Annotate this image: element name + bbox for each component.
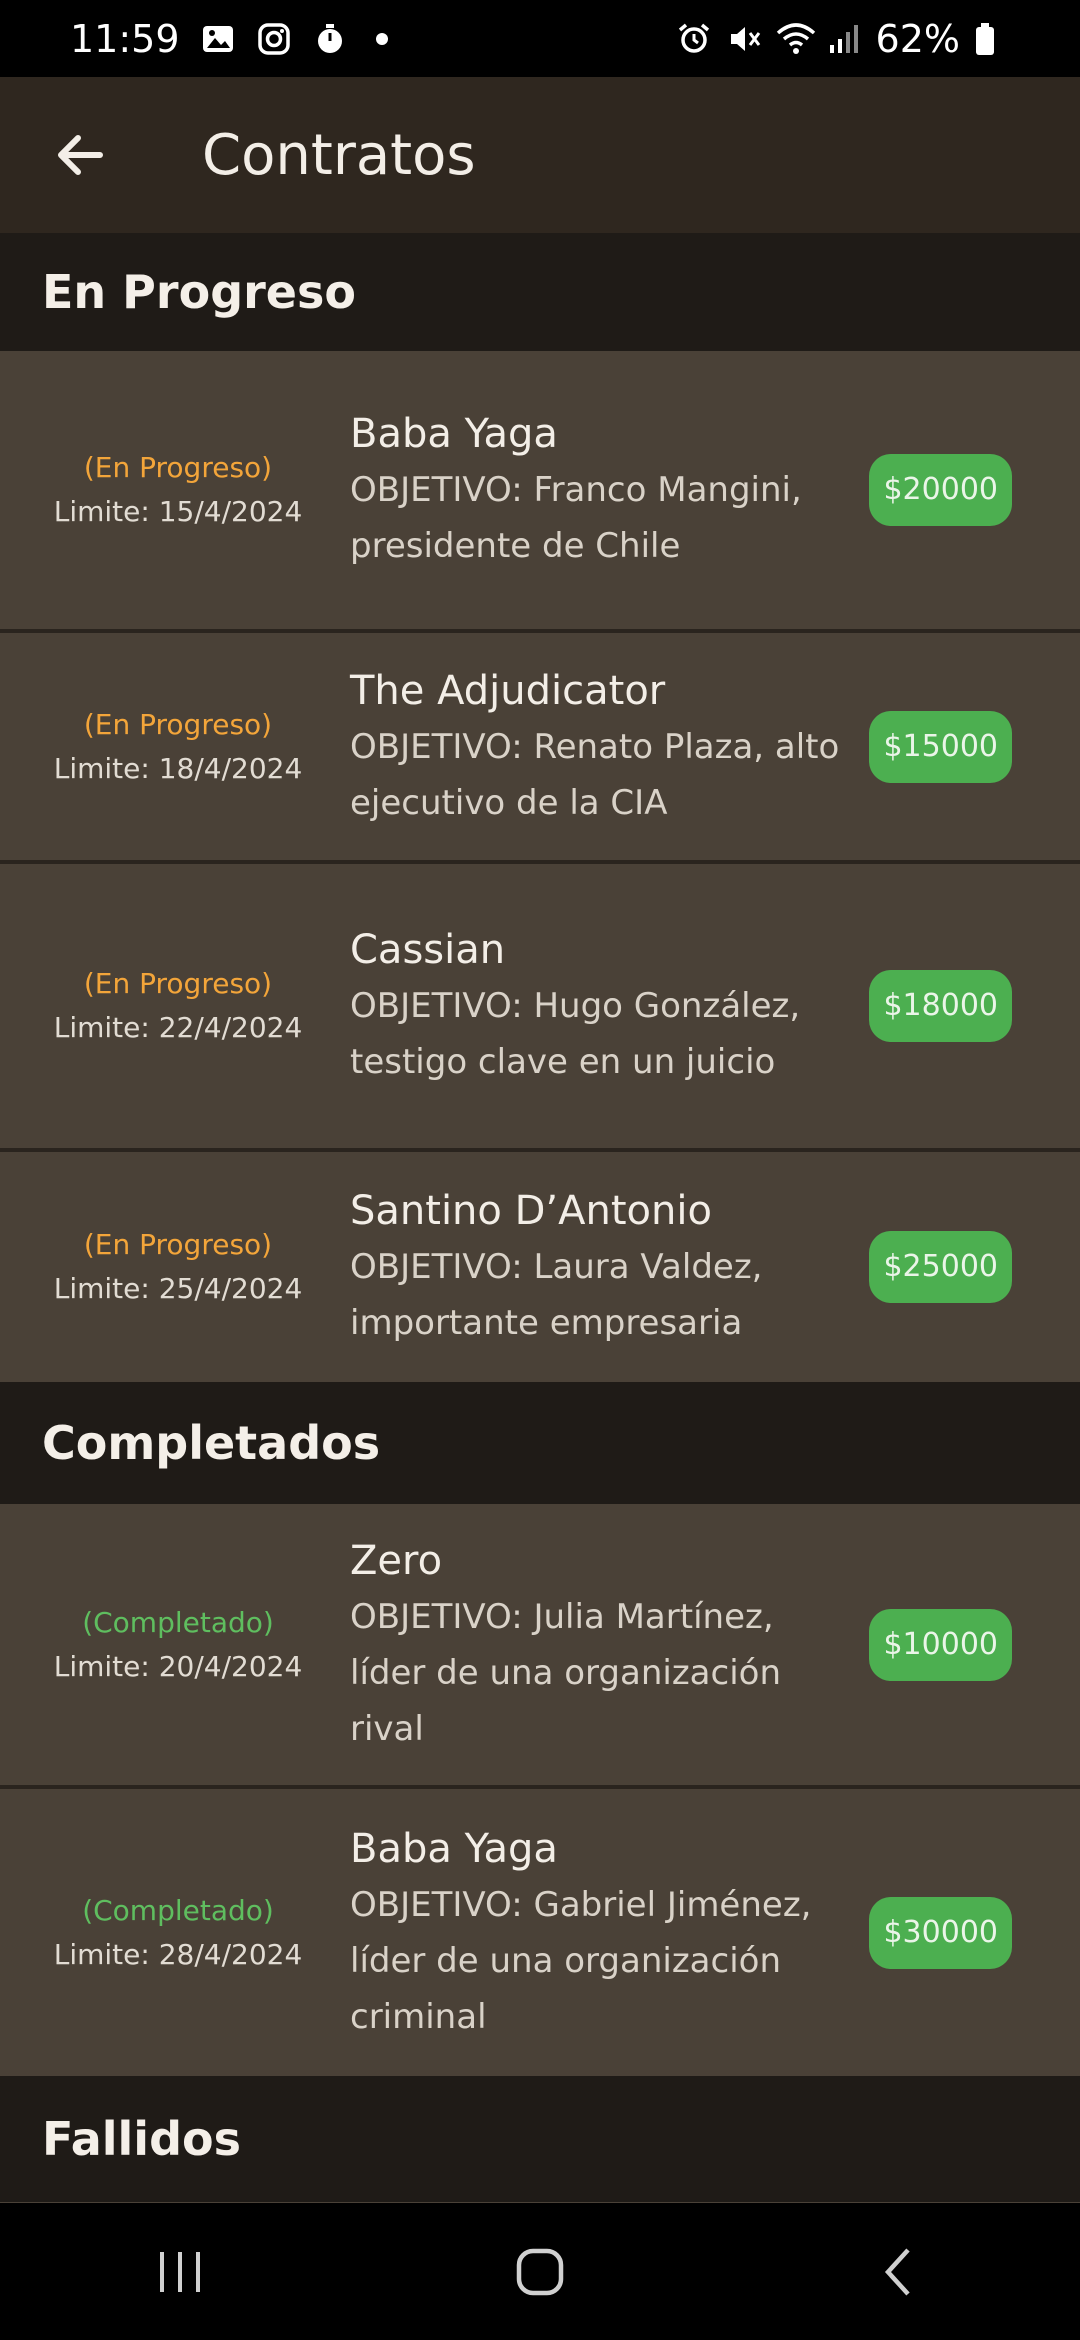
contract-meta: (En Progreso) Limite: 25/4/2024 [0, 1223, 350, 1311]
contract-name: Baba Yaga [350, 411, 558, 457]
contract-objective: OBJETIVO: Hugo González, testigo clave e… [350, 986, 801, 1082]
contract-status: (Completado) [82, 1605, 274, 1639]
contract-deadline: Limite: 28/4/2024 [53, 1937, 303, 1971]
contract-meta: (En Progreso) Limite: 15/4/2024 [0, 446, 350, 534]
contract-price-badge: $18000 [869, 970, 1012, 1042]
back-button[interactable] [40, 115, 120, 195]
contract-meta: (Completado) Limite: 20/4/2024 [0, 1601, 350, 1689]
signal-icon [826, 21, 862, 57]
contract-price-badge: $30000 [869, 1896, 1012, 1969]
contract-deadline: Limite: 22/4/2024 [53, 1011, 303, 1044]
contract-name: The Adjudicator [350, 667, 666, 714]
contract-info: Zero OBJETIVO: Julia Martínez, líder de … [350, 1533, 869, 1757]
contract-objective: OBJETIVO: Julia Martínez, líder de una o… [350, 1596, 781, 1749]
contract-info: Baba Yaga OBJETIVO: Gabriel Jiménez, líd… [350, 1821, 869, 2045]
contract-objective: OBJETIVO: Gabriel Jiménez, líder de una … [350, 1884, 812, 2037]
contract-info: Cassian OBJETIVO: Hugo González, testigo… [350, 922, 869, 1090]
contract-price-badge: $15000 [869, 710, 1012, 783]
mute-icon [726, 21, 762, 57]
notification-dot-icon [375, 32, 388, 45]
contract-name: Baba Yaga [350, 1825, 558, 1872]
contract-name: Cassian [350, 927, 506, 973]
recent-apps-icon [160, 2251, 200, 2292]
contract-row[interactable]: (En Progreso) Limite: 22/4/2024 Cassian … [0, 864, 1080, 1152]
home-icon [516, 2248, 564, 2295]
contract-objective: OBJETIVO: Laura Valdez, importante empre… [350, 1247, 763, 1343]
page-title: Contratos [202, 122, 476, 188]
status-bar: 11:59 62% [0, 0, 1080, 77]
system-nav-bar [0, 2203, 1080, 2340]
contract-deadline: Limite: 20/4/2024 [53, 1649, 303, 1683]
recent-apps-button[interactable] [120, 2222, 240, 2322]
section-header-completed: Completados [0, 1382, 1080, 1504]
contract-status: (En Progreso) [83, 451, 273, 484]
contract-status: (Completado) [82, 1893, 274, 1927]
contract-info: Baba Yaga OBJETIVO: Franco Mangini, pres… [350, 406, 869, 574]
back-arrow-icon [58, 135, 103, 175]
contract-row[interactable]: (En Progreso) Limite: 25/4/2024 Santino … [0, 1152, 1080, 1382]
contract-name: Santino D’Antonio [350, 1188, 712, 1234]
contract-meta: (Completado) Limite: 28/4/2024 [0, 1889, 350, 1977]
nav-back-button[interactable] [840, 2222, 960, 2322]
section-header-in-progress: En Progreso [0, 233, 1080, 351]
contract-deadline: Limite: 18/4/2024 [53, 751, 303, 785]
contract-row[interactable]: (En Progreso) Limite: 15/4/2024 Baba Yag… [0, 351, 1080, 633]
contract-meta: (En Progreso) Limite: 22/4/2024 [0, 962, 350, 1050]
contract-price-badge: $25000 [869, 1231, 1012, 1303]
contract-info: Santino D’Antonio OBJETIVO: Laura Valdez… [350, 1183, 869, 1351]
contract-deadline: Limite: 15/4/2024 [53, 495, 303, 528]
contract-meta: (En Progreso) Limite: 18/4/2024 [0, 703, 350, 791]
contract-row[interactable]: (Completado) Limite: 20/4/2024 Zero OBJE… [0, 1504, 1080, 1789]
contract-info: The Adjudicator OBJETIVO: Renato Plaza, … [350, 663, 869, 831]
section-header-failed: Fallidos [0, 2076, 1080, 2202]
contract-price-badge: $10000 [869, 1608, 1012, 1681]
contract-status: (En Progreso) [83, 967, 273, 1000]
contract-objective: OBJETIVO: Franco Mangini, presidente de … [350, 470, 802, 566]
contract-status: (En Progreso) [83, 707, 273, 741]
wifi-icon [776, 21, 815, 57]
battery-icon [974, 21, 1010, 57]
home-button[interactable] [480, 2222, 600, 2322]
contract-deadline: Limite: 25/4/2024 [53, 1272, 303, 1305]
contract-objective: OBJETIVO: Renato Plaza, alto ejecutivo d… [350, 726, 840, 823]
timer-icon [312, 21, 348, 57]
contract-row[interactable]: (Completado) Limite: 28/4/2024 Baba Yaga… [0, 1789, 1080, 2076]
battery-percent: 62% [875, 16, 960, 61]
contract-status: (En Progreso) [83, 1228, 273, 1261]
status-time: 11:59 [70, 16, 180, 61]
contract-name: Zero [350, 1537, 443, 1584]
app-bar: Contratos [0, 77, 1080, 233]
instagram-icon [256, 21, 292, 57]
contracts-list[interactable]: En Progreso (En Progreso) Limite: 15/4/2… [0, 233, 1080, 2203]
alarm-icon [676, 21, 712, 57]
image-icon [200, 21, 236, 57]
contract-row[interactable]: (En Progreso) Limite: 18/4/2024 The Adju… [0, 633, 1080, 864]
contract-price-badge: $20000 [869, 454, 1012, 526]
nav-back-icon [884, 2247, 910, 2296]
